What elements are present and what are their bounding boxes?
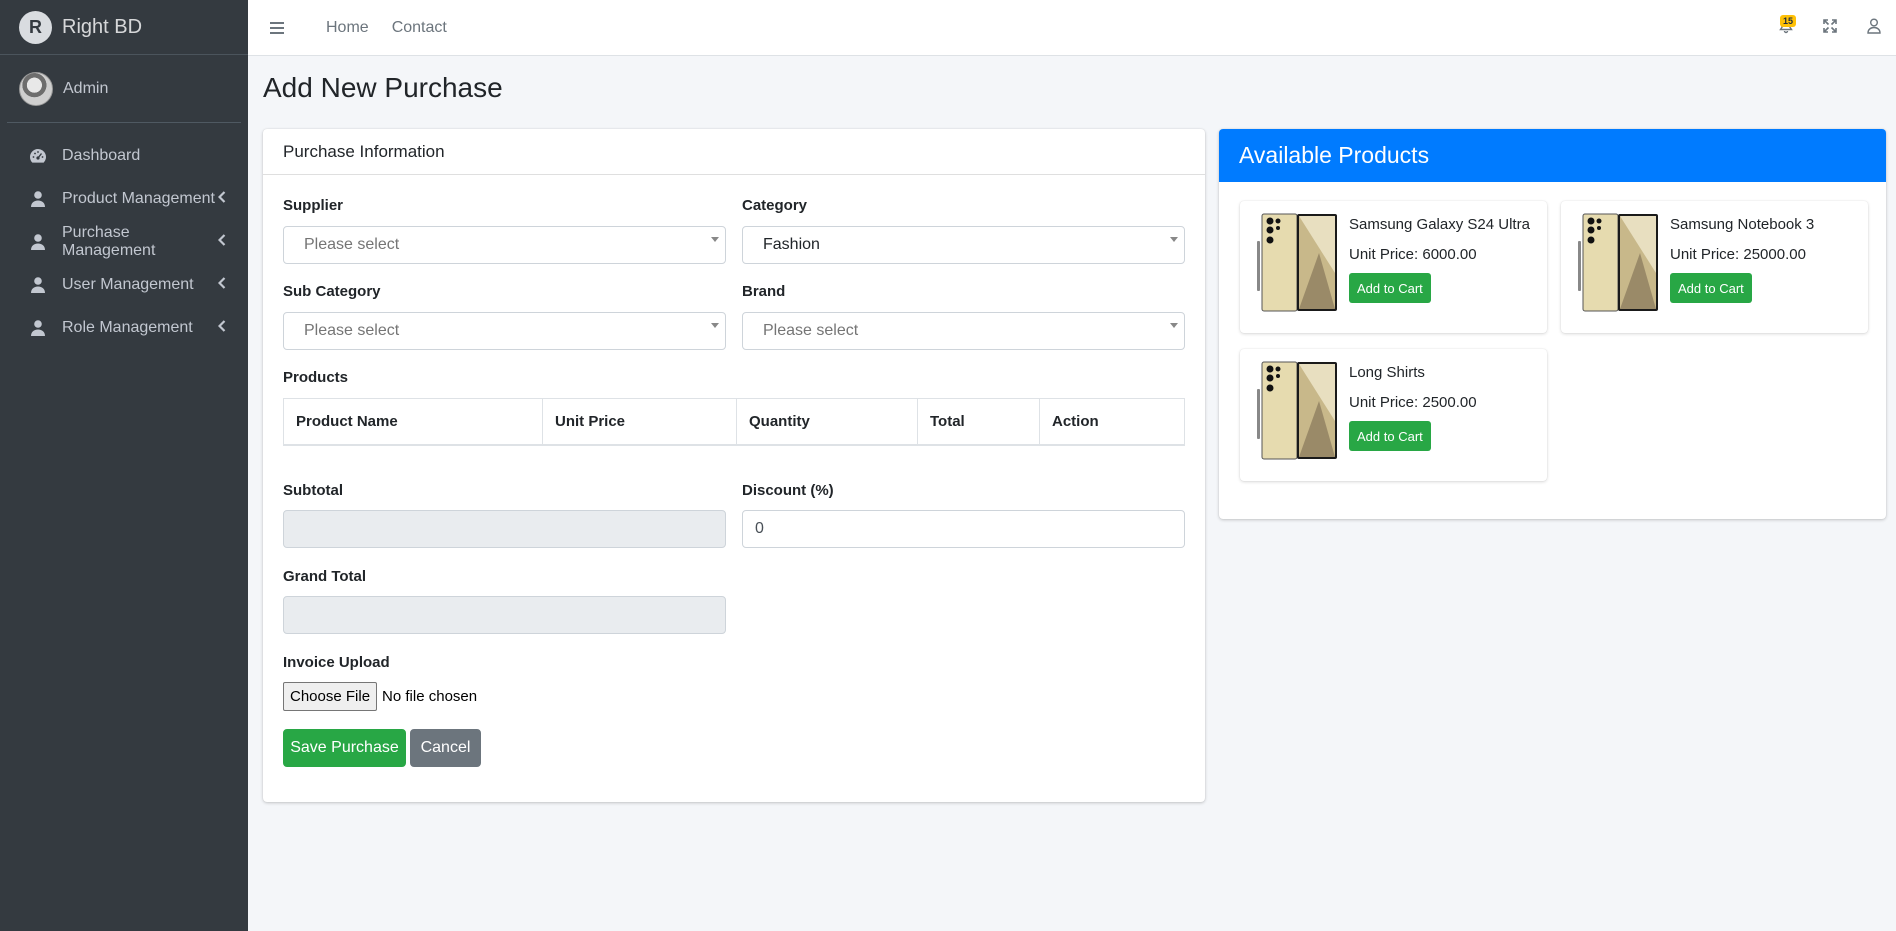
cancel-button[interactable]: Cancel xyxy=(410,729,481,767)
discount-input[interactable]: 0 xyxy=(742,510,1185,548)
sidebar-item-user-management[interactable]: User Management xyxy=(0,263,248,306)
user-icon xyxy=(28,276,48,294)
product-card: Long Shirts Unit Price: 2500.00 Add to C… xyxy=(1240,349,1547,481)
chevron-left-icon xyxy=(217,276,226,294)
product-card: Samsung Galaxy S24 Ultra Unit Price: 600… xyxy=(1240,201,1547,333)
expand-icon xyxy=(1823,18,1837,38)
hamburger-menu-icon[interactable] xyxy=(253,3,303,53)
caret-down-icon xyxy=(1170,237,1178,242)
product-price: Unit Price: 25000.00 xyxy=(1670,246,1806,263)
avatar xyxy=(19,71,53,106)
products-label: Products xyxy=(283,369,349,386)
chevron-left-icon xyxy=(217,319,226,337)
topbar: Home Contact 15 xyxy=(248,0,1896,56)
sidebar-item-label: User Management xyxy=(62,275,194,293)
product-name: Samsung Notebook 3 xyxy=(1670,216,1815,233)
category-select[interactable]: Fashion xyxy=(742,226,1185,264)
purchase-info-card: Purchase Information Supplier Please sel… xyxy=(263,129,1205,802)
user-icon xyxy=(28,319,48,337)
nav-link-home[interactable]: Home xyxy=(326,19,369,37)
column-header-product-name: Product Name xyxy=(283,398,543,446)
caret-down-icon xyxy=(711,237,719,242)
sidebar-item-label: Dashboard xyxy=(62,146,141,164)
user-menu-button[interactable] xyxy=(1852,0,1896,56)
grand-total-input[interactable] xyxy=(283,596,726,634)
topbar-right: 15 xyxy=(1764,0,1896,56)
brand-link[interactable]: R Right BD xyxy=(0,0,248,55)
add-to-cart-button[interactable]: Add to Cart xyxy=(1349,421,1431,451)
sidebar-item-purchase-management[interactable]: Purchase Management xyxy=(0,220,248,263)
grand-total-label: Grand Total xyxy=(283,568,367,585)
caret-down-icon xyxy=(1170,323,1178,328)
invoice-upload-label: Invoice Upload xyxy=(283,654,390,671)
discount-label: Discount (%) xyxy=(742,482,834,499)
save-purchase-button[interactable]: Save Purchase xyxy=(283,729,406,767)
sidebar-nav: Dashboard Product Management Purchase Ma… xyxy=(0,123,248,349)
invoice-file-input[interactable]: Choose File No file chosen xyxy=(283,682,477,711)
sub-category-select[interactable]: Please select xyxy=(283,312,726,350)
brand-name: Right BD xyxy=(62,15,143,38)
sidebar-item-label: Product Management xyxy=(62,189,215,207)
product-name: Samsung Galaxy S24 Ultra xyxy=(1349,216,1530,233)
table-header-row: Product Name Unit Price Quantity Total A… xyxy=(283,398,1185,446)
notification-badge: 15 xyxy=(1779,15,1796,27)
brand-label: Brand xyxy=(742,283,786,300)
supplier-select-value: Please select xyxy=(304,236,400,253)
product-price: Unit Price: 6000.00 xyxy=(1349,246,1477,263)
column-header-action: Action xyxy=(1039,398,1185,446)
page-title: Add New Purchase xyxy=(263,72,503,103)
column-header-quantity: Quantity xyxy=(736,398,918,446)
available-products-card: Available Products Samsung Galaxy S24 Ul… xyxy=(1219,129,1886,519)
sidebar-item-label: Role Management xyxy=(62,318,193,336)
nav-link-contact[interactable]: Contact xyxy=(392,19,447,37)
user-icon xyxy=(28,190,48,208)
brand-logo: R xyxy=(19,10,52,44)
category-select-value: Fashion xyxy=(763,236,820,253)
product-card: Samsung Notebook 3 Unit Price: 25000.00 … xyxy=(1561,201,1868,333)
choose-file-button[interactable]: Choose File xyxy=(283,682,378,711)
sidebar-item-label: Purchase Management xyxy=(62,223,156,259)
category-label: Category xyxy=(742,197,808,214)
caret-down-icon xyxy=(711,323,719,328)
sidebar-item-product-management[interactable]: Product Management xyxy=(0,177,248,220)
column-header-unit-price: Unit Price xyxy=(542,398,737,446)
tachometer-icon xyxy=(28,147,48,165)
sub-category-label: Sub Category xyxy=(283,283,381,300)
brand-select[interactable]: Please select xyxy=(742,312,1185,350)
supplier-label: Supplier xyxy=(283,197,344,214)
fullscreen-button[interactable] xyxy=(1808,0,1852,56)
file-status: No file chosen xyxy=(382,688,478,705)
user-outline-icon xyxy=(1867,18,1881,39)
subtotal-input[interactable] xyxy=(283,510,726,548)
add-to-cart-button[interactable]: Add to Cart xyxy=(1670,273,1752,303)
sub-category-select-value: Please select xyxy=(304,322,400,339)
sidebar: R Right BD Admin Dashboard Product Manag… xyxy=(0,0,248,931)
user-name[interactable]: Admin xyxy=(63,80,108,98)
card-title: Purchase Information xyxy=(263,129,1205,175)
product-name: Long Shirts xyxy=(1349,364,1425,381)
subtotal-label: Subtotal xyxy=(283,482,343,499)
product-price: Unit Price: 2500.00 xyxy=(1349,394,1477,411)
products-table: Product Name Unit Price Quantity Total A… xyxy=(283,398,1185,446)
available-products-title: Available Products xyxy=(1219,129,1886,182)
chevron-left-icon xyxy=(217,233,226,251)
phone-image xyxy=(1256,213,1338,312)
column-header-total: Total xyxy=(917,398,1040,446)
sidebar-item-dashboard[interactable]: Dashboard xyxy=(0,134,248,177)
chevron-left-icon xyxy=(217,190,226,208)
phone-image xyxy=(1256,361,1338,460)
brand-select-value: Please select xyxy=(763,322,859,339)
sidebar-item-role-management[interactable]: Role Management xyxy=(0,306,248,349)
user-panel[interactable]: Admin xyxy=(7,55,241,123)
user-icon xyxy=(28,233,48,251)
notifications-button[interactable]: 15 xyxy=(1764,0,1808,56)
supplier-select[interactable]: Please select xyxy=(283,226,726,264)
phone-image xyxy=(1577,213,1659,312)
add-to-cart-button[interactable]: Add to Cart xyxy=(1349,273,1431,303)
